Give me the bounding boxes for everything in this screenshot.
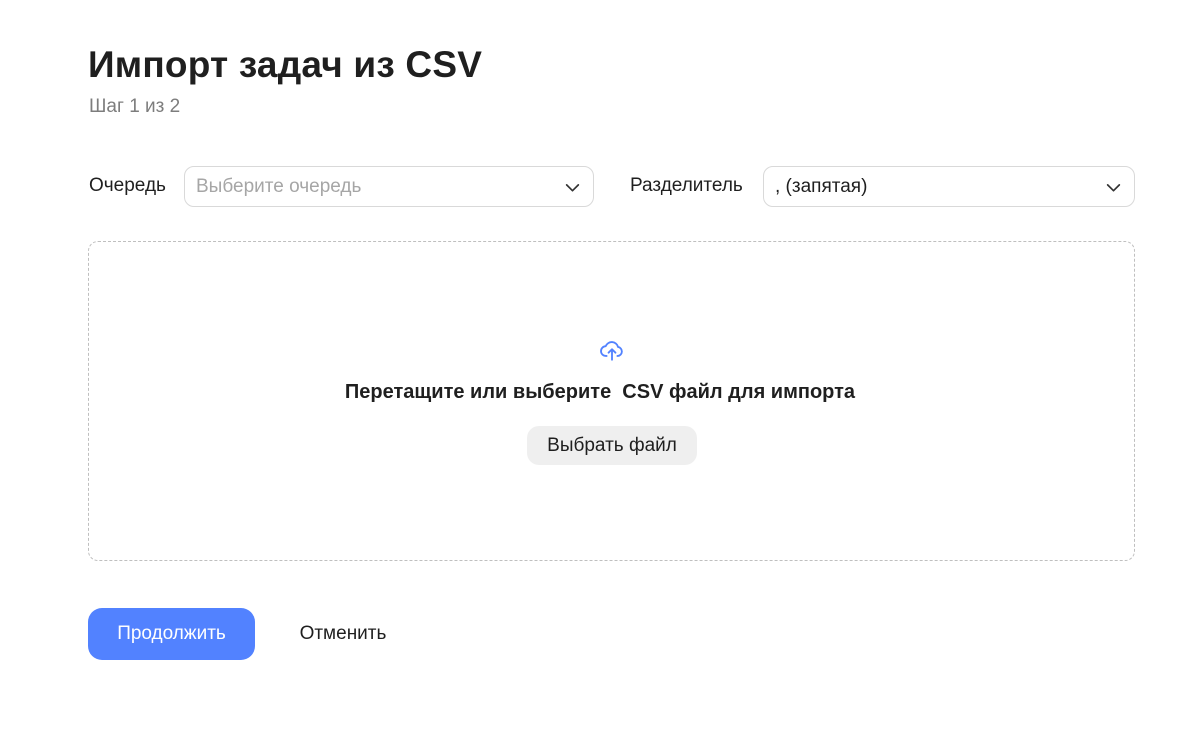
continue-button[interactable]: Продолжить bbox=[88, 608, 255, 660]
choose-file-button[interactable]: Выбрать файл bbox=[527, 426, 697, 465]
queue-label: Очередь bbox=[89, 175, 166, 196]
separator-select-value: , (запятая) bbox=[775, 175, 868, 197]
import-page: Импорт задач из CSV Шаг 1 из 2 Очередь В… bbox=[0, 0, 1200, 756]
separator-label: Разделитель bbox=[630, 175, 743, 196]
page-title: Импорт задач из CSV bbox=[88, 44, 483, 85]
upload-cloud-icon bbox=[600, 341, 623, 361]
step-indicator: Шаг 1 из 2 bbox=[89, 96, 181, 117]
dropzone-instruction: Перетащите или выберите CSV файл для имп… bbox=[344, 381, 856, 403]
chevron-down-icon bbox=[1106, 183, 1121, 192]
cancel-button[interactable]: Отменить bbox=[280, 608, 406, 660]
queue-select[interactable]: Выберите очередь bbox=[184, 166, 594, 207]
chevron-down-icon bbox=[565, 183, 580, 192]
separator-select[interactable]: , (запятая) bbox=[763, 166, 1135, 207]
queue-select-placeholder: Выберите очередь bbox=[196, 175, 362, 197]
